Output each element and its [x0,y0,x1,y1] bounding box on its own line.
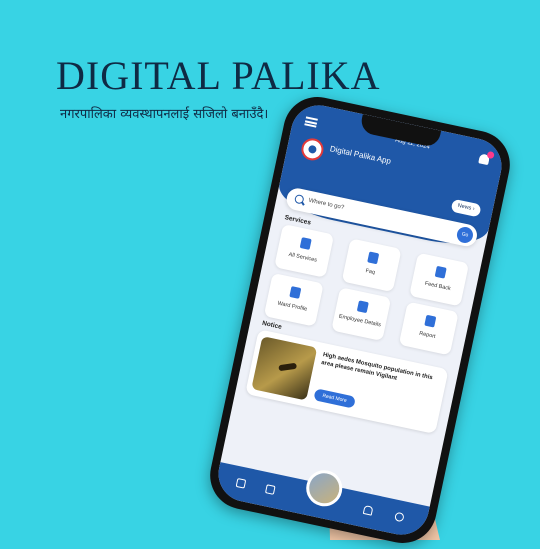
document-icon[interactable] [264,484,276,495]
service-ward-profile[interactable]: Ward Profile [263,272,324,327]
tile-label: All Services [288,251,318,264]
calculator-icon [289,286,302,299]
tile-label: Feed Back [424,280,452,293]
service-faq[interactable]: Faq [341,238,402,293]
notice-image [251,336,318,401]
phone: Aug 11, 2024 Digital Palika App News › W… [203,90,517,549]
tile-label: Faq [364,268,376,276]
flag-icon [367,251,380,265]
headline: DIGITAL PALIKA [56,53,381,98]
service-feedback[interactable]: Feed Back [409,252,470,307]
bell-icon[interactable] [362,505,374,516]
home-icon[interactable] [235,477,247,489]
tile-label: Report [418,330,436,340]
tagline: नगरपालिका व्यवस्थापनलाई सजिलो बनाउँदै। [60,107,269,122]
mosquito-icon [278,362,297,372]
app-title: Digital Palika App [329,144,392,166]
search-placeholder: Where to go? [308,197,345,212]
notice-text: High aedes Mosquito population in this a… [320,352,434,382]
document-icon [434,265,447,279]
tile-label: Employee Details [338,313,382,329]
document-icon [424,314,437,328]
notice-heading: Notice [261,319,283,331]
app-screen: Aug 11, 2024 Digital Palika App News › W… [213,100,507,540]
service-employee-details[interactable]: Employee Details [331,287,392,342]
news-label: News [457,202,472,212]
service-report[interactable]: Report [398,301,459,356]
read-more-button[interactable]: Read More [313,388,356,409]
palika-logo [299,136,326,163]
service-all-services[interactable]: All Services [274,223,335,278]
flag-icon [356,300,369,314]
search-icon [293,193,305,205]
tile-label: Ward Profile [276,300,308,313]
user-icon[interactable] [394,511,405,523]
notification-badge [486,150,495,160]
menu-icon[interactable] [304,116,318,128]
news-button[interactable]: News › [450,198,482,218]
go-button[interactable]: Go [455,225,475,245]
calculator-icon [299,237,312,250]
